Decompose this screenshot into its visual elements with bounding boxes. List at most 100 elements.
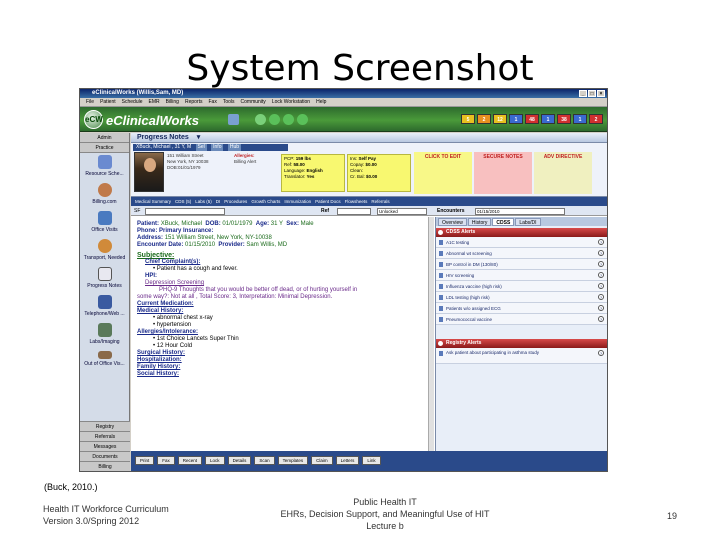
tab-immunization[interactable]: Immunization <box>284 197 311 206</box>
badge-3[interactable]: 12 <box>493 114 507 124</box>
link-button[interactable]: Link <box>362 456 381 465</box>
surgical-history-link[interactable]: Surgical History: <box>137 350 428 357</box>
templates-button[interactable]: Templates <box>277 456 309 465</box>
registry-alert-item[interactable]: Ask patient about participating in asthm… <box>436 348 607 364</box>
tab-labs[interactable]: Labs (5) <box>195 197 212 206</box>
note-scrollbar[interactable] <box>428 217 434 451</box>
nav-item-labs-imaging[interactable]: Labs/Imaging <box>80 321 129 349</box>
nav-item-transport[interactable]: Transport, Needed <box>80 237 129 265</box>
badge-1[interactable]: 5 <box>461 114 475 124</box>
tab-di[interactable]: DI <box>216 197 221 206</box>
help-icon[interactable]: ? <box>598 294 604 300</box>
hub-chip[interactable]: Hub <box>227 144 242 151</box>
claim-button[interactable]: Claim <box>311 456 333 465</box>
nav-tab-admin[interactable]: Admin <box>80 133 129 143</box>
recent-button[interactable]: Recent <box>177 456 203 465</box>
cdss-alert-item[interactable]: Pneumococcal vaccine? <box>436 314 607 325</box>
nav-bottom-documents[interactable]: Documents <box>80 451 130 461</box>
ref-dropdown[interactable] <box>337 208 371 215</box>
cdss-alert-item[interactable]: Abnormal wt screening? <box>436 248 607 259</box>
nav-item-office-visits[interactable]: Office Visits <box>80 209 129 237</box>
tab-patient-docs[interactable]: Patient Docs <box>315 197 341 206</box>
fax-button[interactable]: Fax <box>157 456 175 465</box>
letters-button[interactable]: Letters <box>335 456 360 465</box>
nav-item-out-of-office[interactable]: Out of Office Vis... <box>80 349 129 367</box>
badge-8[interactable]: 1 <box>573 114 587 124</box>
sf-dropdown[interactable] <box>145 208 225 215</box>
nav-tab-practice[interactable]: Practice <box>80 143 129 153</box>
nav-item-telephone[interactable]: Telephone/Web ... <box>80 293 129 321</box>
menu-file[interactable]: File <box>86 98 94 106</box>
help-icon[interactable]: ? <box>598 272 604 278</box>
back-icon[interactable] <box>283 114 294 125</box>
help-icon[interactable]: ? <box>598 261 604 267</box>
nav-item-progress-notes[interactable]: Progress Notes <box>80 265 129 293</box>
hpi-label[interactable]: HPI: <box>137 273 428 280</box>
tab-cds[interactable]: CDS (5) <box>175 197 191 206</box>
allergies-intolerance-link[interactable]: Allergies/Intolerance: <box>137 329 428 336</box>
chief-complaint-link[interactable]: Chief Complaint(s): <box>137 259 428 266</box>
user-icon[interactable] <box>228 114 239 125</box>
family-history-link[interactable]: Family History: <box>137 364 428 371</box>
registry-alerts-header[interactable]: Registry Alerts <box>436 339 607 348</box>
forward-icon[interactable] <box>269 114 280 125</box>
menu-billing[interactable]: Billing <box>166 98 179 106</box>
close-button[interactable]: × <box>597 90 605 97</box>
refresh-icon[interactable] <box>255 114 266 125</box>
menu-patient[interactable]: Patient <box>100 98 116 106</box>
menu-community[interactable]: Community <box>241 98 266 106</box>
badge-5[interactable]: 48 <box>525 114 539 124</box>
tab-procedures[interactable]: Procedures <box>224 197 247 206</box>
menu-help[interactable]: Help <box>316 98 326 106</box>
adv-directive-card[interactable]: ADV DIRECTIVE <box>534 152 592 194</box>
badge-4[interactable]: 1 <box>509 114 523 124</box>
stop-icon[interactable] <box>297 114 308 125</box>
current-medication-link[interactable]: Current Medication: <box>137 301 428 308</box>
badge-7[interactable]: 38 <box>557 114 571 124</box>
print-button[interactable]: Print <box>135 456 155 465</box>
lock-button[interactable]: Lock <box>205 456 225 465</box>
nav-item-resource-scheduling[interactable]: Resource Sche... <box>80 153 129 181</box>
details-button[interactable]: Details <box>227 456 252 465</box>
tab-overview[interactable]: Overview <box>438 218 467 226</box>
help-icon[interactable]: ? <box>598 316 604 322</box>
encounter-date-dropdown[interactable]: 01/15/2010 <box>475 208 565 215</box>
menu-tools[interactable]: Tools <box>223 98 235 106</box>
menu-emr[interactable]: EMR <box>149 98 160 106</box>
depression-screening-link[interactable]: Depression Screening <box>137 280 428 287</box>
help-icon[interactable]: ? <box>598 250 604 256</box>
tab-growth-charts[interactable]: Growth Charts <box>251 197 280 206</box>
minimize-button[interactable]: _ <box>579 90 587 97</box>
nav-bottom-messages[interactable]: Messages <box>80 441 130 451</box>
hospitalization-link[interactable]: Hospitalization: <box>137 357 428 364</box>
cdss-alert-item[interactable]: HIV screening? <box>436 270 607 281</box>
tab-flowsheets[interactable]: Flowsheets <box>345 197 368 206</box>
cdss-alert-item[interactable]: BP control in DM (130/80)? <box>436 259 607 270</box>
nav-bottom-billing[interactable]: Billing <box>80 461 130 471</box>
maximize-button[interactable]: □ <box>588 90 596 97</box>
patient-name-bar[interactable]: XBuck, Michael , 31 Y, M Sel Info Hub <box>133 144 288 151</box>
medical-history-link[interactable]: Medical History: <box>137 308 428 315</box>
nav-bottom-referrals[interactable]: Referrals <box>80 431 130 441</box>
help-icon[interactable]: ? <box>598 283 604 289</box>
allergies-block[interactable]: Allergies: Billing Alert <box>234 153 278 165</box>
social-history-link[interactable]: Social History: <box>137 371 428 378</box>
menu-reports[interactable]: Reports <box>185 98 203 106</box>
tab-history[interactable]: History <box>467 218 492 226</box>
help-icon[interactable]: ? <box>598 305 604 311</box>
secure-notes-card[interactable]: SECURE NOTES <box>474 152 532 194</box>
header-dropdown-icon[interactable]: ▾ <box>197 134 201 141</box>
click-to-edit-card[interactable]: CLICK TO EDIT <box>414 152 472 194</box>
scan-button[interactable]: Scan <box>254 456 275 465</box>
status-dropdown[interactable]: Unlocked <box>377 208 427 215</box>
cdss-alert-item[interactable]: Patients w/o assigned ECG? <box>436 303 607 314</box>
tab-labs-di[interactable]: Labs/DI <box>515 218 541 226</box>
menu-schedule[interactable]: Schedule <box>122 98 143 106</box>
sel-chip[interactable]: Sel <box>195 144 207 151</box>
badge-6[interactable]: 1 <box>541 114 555 124</box>
menu-lock[interactable]: Lock Workstation <box>272 98 310 106</box>
menu-fax[interactable]: Fax <box>208 98 216 106</box>
cdss-alert-item[interactable]: LDL testing (high risk)? <box>436 292 607 303</box>
tab-referrals[interactable]: Referrals <box>371 197 389 206</box>
info-chip[interactable]: Info <box>211 144 224 151</box>
